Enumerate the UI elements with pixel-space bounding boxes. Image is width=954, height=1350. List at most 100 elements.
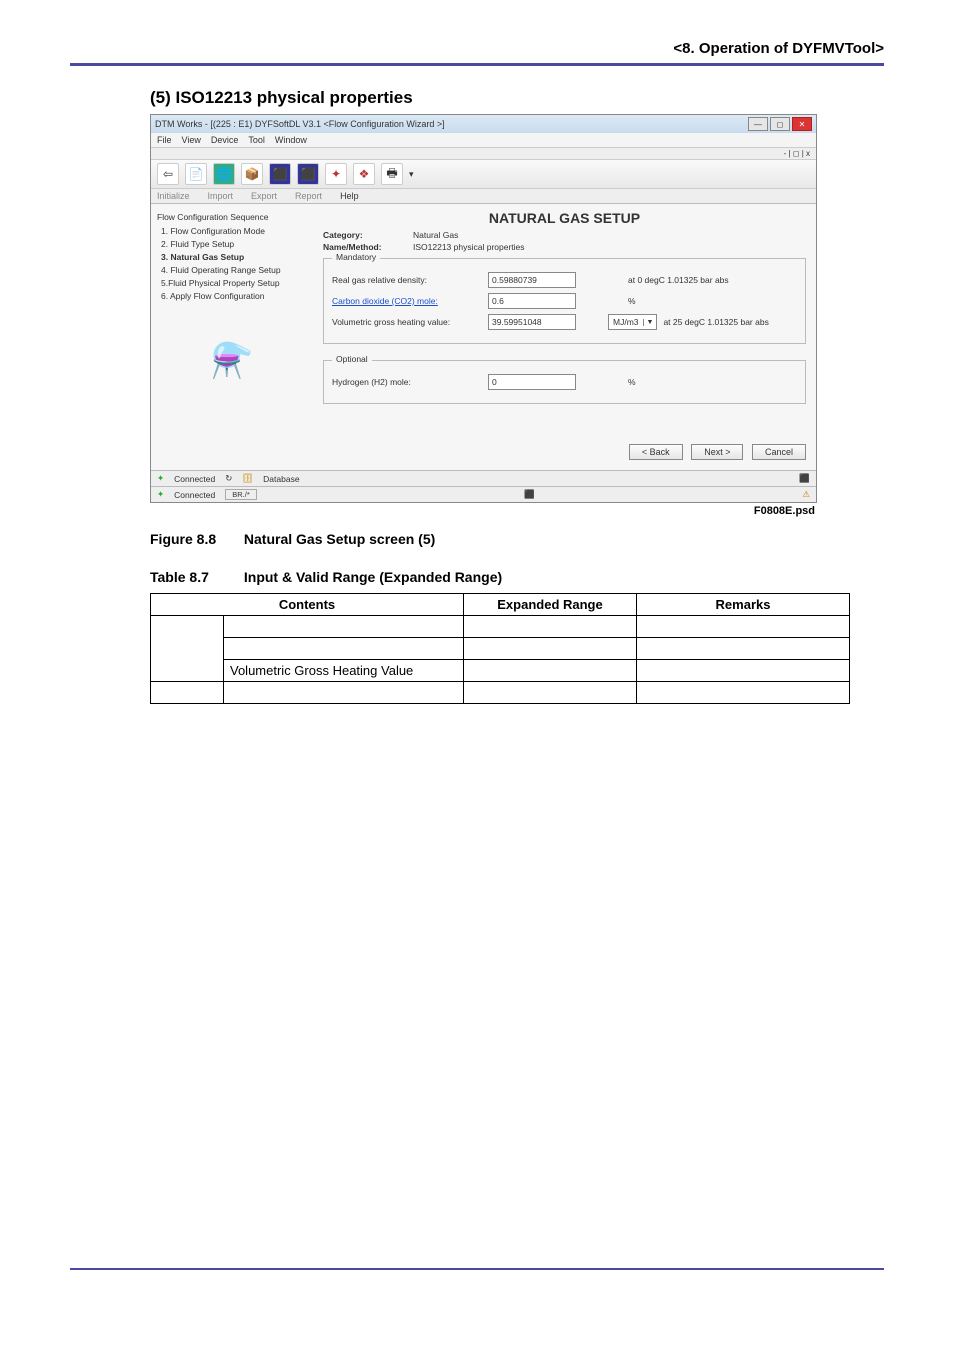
- sidebar-group-title: Flow Configuration Sequence: [157, 212, 307, 222]
- table-caption-text: Input & Valid Range (Expanded Range): [244, 569, 502, 585]
- flask-icon: ⚗️: [211, 342, 253, 380]
- h2-unit: %: [628, 377, 636, 387]
- globe-icon[interactable]: 🌐: [213, 163, 235, 185]
- step-3[interactable]: 3. Natural Gas Setup: [161, 252, 307, 262]
- method-label: Name/Method:: [323, 242, 413, 252]
- box-icon[interactable]: 📦: [241, 163, 263, 185]
- heating-condition: at 25 degC 1.01325 bar abs: [663, 317, 768, 327]
- status-bar-1: ✦ Connected ↻ 🗄 Database ⬛: [151, 470, 816, 486]
- cell-range: [464, 638, 637, 660]
- menu-window[interactable]: Window: [275, 135, 307, 145]
- tab-initialize[interactable]: Initialize: [157, 191, 190, 201]
- tab-export[interactable]: Export: [251, 191, 277, 201]
- connected-icon: ✦: [157, 473, 164, 484]
- wizard-title: NATURAL GAS SETUP: [323, 210, 806, 226]
- print-icon[interactable]: 🖶: [381, 163, 403, 185]
- category-row: Category: Natural Gas: [323, 230, 806, 240]
- tab-report[interactable]: Report: [295, 191, 322, 201]
- mandatory-legend: Mandatory: [332, 252, 380, 262]
- th-remarks: Remarks: [637, 594, 850, 616]
- co2-input[interactable]: 0.6: [488, 293, 576, 309]
- cell-content: [224, 682, 464, 704]
- optional-legend: Optional: [332, 354, 372, 364]
- database-icon: 🗄: [242, 473, 253, 484]
- cell-content: [224, 638, 464, 660]
- connected-text-2: Connected: [174, 490, 215, 500]
- wizard-buttons: < Back Next > Cancel: [323, 444, 806, 460]
- window-title: DTM Works - [(225 : E1) DYFSoftDL V3.1 <…: [155, 119, 445, 129]
- page-header: <8. Operation of DYFMVTool>: [70, 40, 884, 66]
- back-icon[interactable]: ⇦: [157, 163, 179, 185]
- table-row: [151, 616, 850, 638]
- step-6[interactable]: 6. Apply Flow Configuration: [161, 291, 307, 301]
- wizard-icon-2[interactable]: ❖: [353, 163, 375, 185]
- figure-file-id: F0808E.psd: [150, 505, 815, 517]
- co2-label-link[interactable]: Carbon dioxide (CO2) mole:: [332, 296, 482, 306]
- row-heating: Volumetric gross heating value: 39.59951…: [332, 314, 797, 330]
- tab-import[interactable]: Import: [208, 191, 234, 201]
- chevron-down-icon: ▼: [643, 319, 657, 326]
- wizard-main: NATURAL GAS SETUP Category: Natural Gas …: [313, 204, 816, 470]
- step-1[interactable]: 1. Flow Configuration Mode: [161, 226, 307, 236]
- connected-icon-2: ✦: [157, 489, 164, 500]
- table-label: Table 8.7: [150, 569, 240, 585]
- next-button[interactable]: Next >: [691, 444, 743, 460]
- cancel-button[interactable]: Cancel: [752, 444, 806, 460]
- cell-range: [464, 682, 637, 704]
- secondary-toolbar: Initialize Import Export Report Help: [151, 189, 816, 204]
- cell-content-heating: Volumetric Gross Heating Value: [224, 660, 464, 682]
- toolbar: ⇦ 📄 🌐 📦 ⬛ ⬛ ✦ ❖ 🖶 ▾: [151, 160, 816, 189]
- heating-unit-select[interactable]: MJ/m3 ▼: [608, 314, 657, 330]
- tool-icon-2[interactable]: ⬛: [297, 163, 319, 185]
- heating-input[interactable]: 39.59951048: [488, 314, 576, 330]
- cell-remarks: [637, 638, 850, 660]
- menu-view[interactable]: View: [182, 135, 201, 145]
- heating-label: Volumetric gross heating value:: [332, 317, 482, 327]
- method-row: Name/Method: ISO12213 physical propertie…: [323, 242, 806, 252]
- mandatory-group: Mandatory Real gas relative density: 0.5…: [323, 258, 806, 344]
- br-badge: BR./*: [225, 489, 257, 500]
- row-density: Real gas relative density: 0.59880739 at…: [332, 272, 797, 288]
- cell-range: [464, 616, 637, 638]
- step-2[interactable]: 2. Fluid Type Setup: [161, 239, 307, 249]
- category-value: Natural Gas: [413, 230, 458, 240]
- cell-group: [151, 682, 224, 704]
- menu-tool[interactable]: Tool: [248, 135, 265, 145]
- method-value: ISO12213 physical properties: [413, 242, 525, 252]
- connected-text-1: Connected: [174, 474, 215, 484]
- density-condition: at 0 degC 1.01325 bar abs: [628, 275, 729, 285]
- title-bar: DTM Works - [(225 : E1) DYFSoftDL V3.1 <…: [151, 115, 816, 133]
- refresh-icon[interactable]: ↻: [225, 473, 232, 484]
- step-5[interactable]: 5.Fluid Physical Property Setup: [161, 278, 307, 288]
- density-input[interactable]: 0.59880739: [488, 272, 576, 288]
- status-bar-2: ✦ Connected BR./* ⬛ ⚠: [151, 486, 816, 502]
- co2-unit: %: [628, 296, 636, 306]
- status-right-icon: ⬛: [799, 473, 810, 484]
- cell-group: [151, 616, 224, 682]
- figure-label: Figure 8.8: [150, 531, 240, 547]
- step-4[interactable]: 4. Fluid Operating Range Setup: [161, 265, 307, 275]
- mdi-controls[interactable]: - | ◻ | x: [151, 147, 816, 160]
- doc-icon[interactable]: 📄: [185, 163, 207, 185]
- close-button[interactable]: ✕: [792, 117, 812, 131]
- menu-file[interactable]: File: [157, 135, 172, 145]
- wizard-sidebar: Flow Configuration Sequence 1. Flow Conf…: [151, 204, 313, 470]
- database-text: Database: [263, 474, 299, 484]
- menu-device[interactable]: Device: [211, 135, 239, 145]
- menu-bar: File View Device Tool Window: [151, 133, 816, 147]
- wizard-body: Flow Configuration Sequence 1. Flow Conf…: [151, 204, 816, 470]
- table-caption: Table 8.7 Input & Valid Range (Expanded …: [150, 569, 815, 585]
- h2-input[interactable]: 0: [488, 374, 576, 390]
- tab-help[interactable]: Help: [340, 191, 359, 201]
- cell-remarks: [637, 660, 850, 682]
- max-button[interactable]: ◻: [770, 117, 790, 131]
- warning-icon: ⚠: [802, 489, 810, 500]
- min-button[interactable]: —: [748, 117, 768, 131]
- wizard-icon-1[interactable]: ✦: [325, 163, 347, 185]
- figure-caption: Figure 8.8 Natural Gas Setup screen (5): [150, 531, 815, 547]
- toolbar-dropdown-icon[interactable]: ▾: [409, 169, 414, 180]
- tool-icon-1[interactable]: ⬛: [269, 163, 291, 185]
- table-row: Volumetric Gross Heating Value: [151, 660, 850, 682]
- back-button[interactable]: < Back: [629, 444, 683, 460]
- sidebar-artwork: ⚗️: [157, 341, 307, 381]
